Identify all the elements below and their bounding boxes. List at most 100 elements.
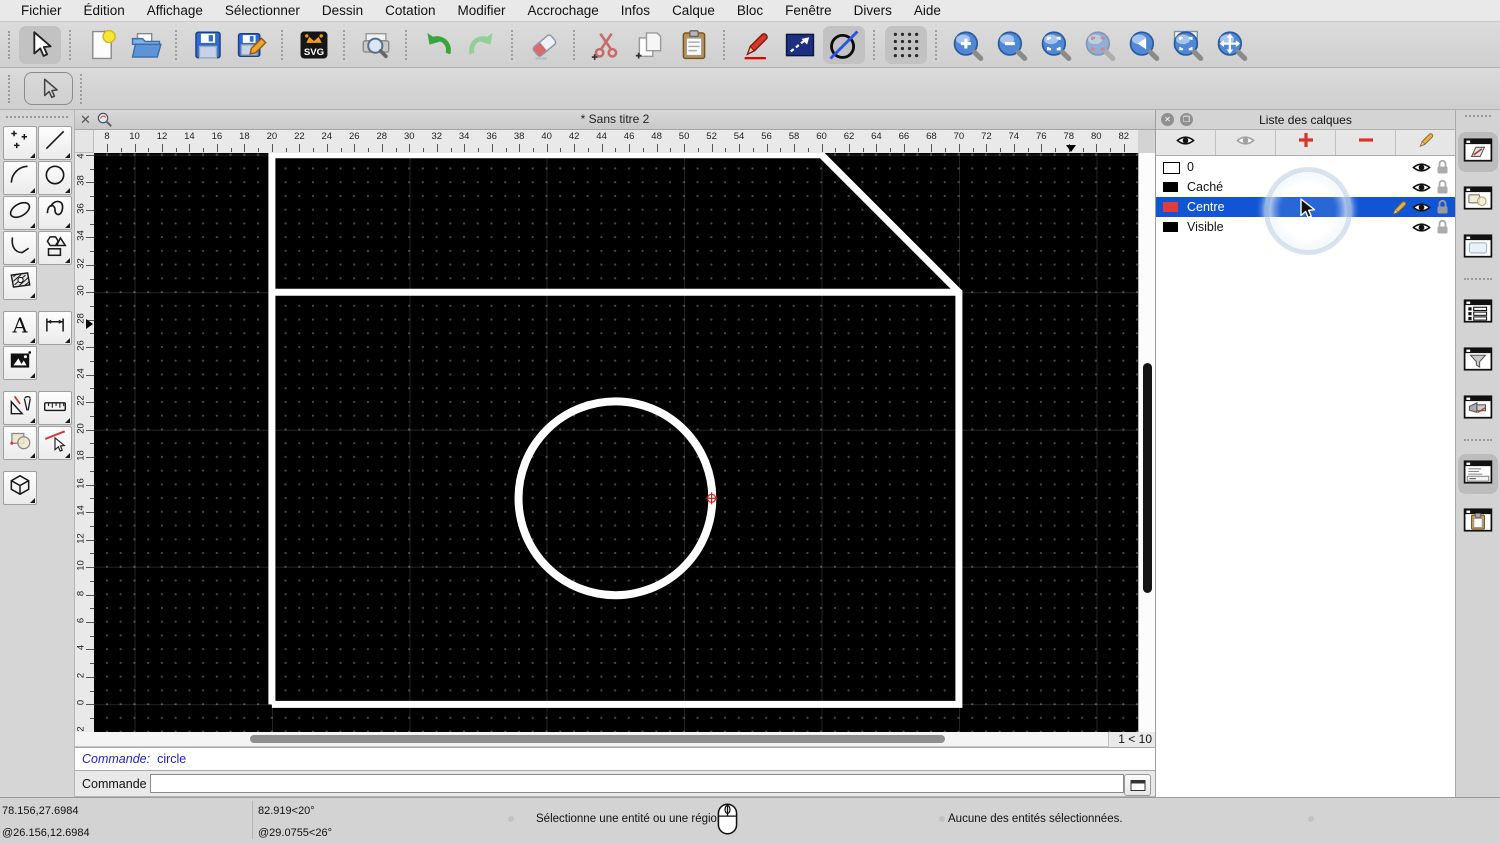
layer-visibility-icon[interactable] bbox=[1412, 221, 1431, 237]
show-all-layers-button[interactable] bbox=[1156, 130, 1216, 155]
remove-layer-button[interactable] bbox=[1336, 130, 1396, 155]
pan-button[interactable] bbox=[1211, 26, 1253, 64]
media-panel-toggle[interactable] bbox=[1458, 389, 1498, 429]
edit-layer-button[interactable] bbox=[1396, 130, 1455, 155]
snap-grid-button[interactable] bbox=[885, 25, 927, 64]
layer-lock-icon[interactable] bbox=[1436, 179, 1449, 198]
menu-item-fenetre[interactable]: Fenêtre bbox=[774, 0, 843, 22]
copy-button[interactable] bbox=[629, 26, 671, 64]
horizontal-scrollbar[interactable]: 1 < 10 bbox=[75, 732, 1155, 747]
hide-all-layers-button[interactable] bbox=[1216, 130, 1276, 155]
menu-item-modifier[interactable]: Modifier bbox=[446, 0, 516, 22]
ruler-tick bbox=[86, 154, 94, 156]
menu-item-divers[interactable]: Divers bbox=[843, 0, 903, 22]
menu-item-affichage[interactable]: Affichage bbox=[136, 0, 214, 22]
tool-image-button[interactable] bbox=[2, 345, 37, 380]
zoom-window-button[interactable] bbox=[1167, 26, 1209, 64]
cut-button[interactable] bbox=[585, 26, 627, 64]
menu-item-infos[interactable]: Infos bbox=[610, 0, 661, 22]
menu-item-cotation[interactable]: Cotation bbox=[374, 0, 446, 22]
ruler-tick bbox=[615, 148, 617, 152]
tool-ellipse-button[interactable] bbox=[2, 195, 37, 230]
ruler-tick bbox=[958, 144, 960, 152]
export-svg-button[interactable]: SVG bbox=[293, 26, 335, 64]
tool-spline-button[interactable] bbox=[37, 195, 72, 230]
ruler-tick bbox=[1000, 148, 1002, 152]
tool-modify-button[interactable] bbox=[2, 390, 37, 425]
tool-text-button[interactable]: A bbox=[2, 310, 37, 345]
selection-tool-button[interactable] bbox=[24, 72, 73, 105]
submenu-corner-icon bbox=[29, 257, 35, 263]
tool-box3d-button[interactable] bbox=[2, 470, 37, 505]
tool-dimension-button[interactable] bbox=[37, 310, 72, 345]
add-layer-button[interactable] bbox=[1276, 130, 1336, 155]
layers-panel-toggle[interactable] bbox=[1458, 132, 1498, 172]
menu-item-aide[interactable]: Aide bbox=[903, 0, 952, 22]
layer-visibility-icon[interactable] bbox=[1412, 201, 1431, 217]
toolbar-drag-handle[interactable] bbox=[8, 30, 14, 59]
drawing-canvas[interactable] bbox=[94, 153, 1138, 732]
clipboard-panel-toggle[interactable] bbox=[1458, 502, 1498, 542]
tool-polyline-button[interactable] bbox=[2, 230, 37, 265]
toolbar-separator bbox=[723, 29, 727, 60]
layer-lock-icon[interactable] bbox=[1436, 219, 1449, 238]
tool-circle-button[interactable] bbox=[37, 160, 72, 195]
command-input[interactable] bbox=[150, 774, 1124, 793]
new-drawing-button[interactable] bbox=[81, 26, 123, 64]
tool-arc-button[interactable] bbox=[2, 160, 37, 195]
print-preview-button[interactable] bbox=[355, 26, 397, 64]
menu-item-selectionner[interactable]: Sélectionner bbox=[214, 0, 311, 22]
paste-button[interactable] bbox=[673, 26, 715, 64]
edit-entity-button[interactable] bbox=[735, 26, 777, 64]
tool-points-button[interactable] bbox=[2, 125, 37, 160]
menu-item-fichier[interactable]: Fichier bbox=[10, 0, 73, 22]
vertical-scrollbar-thumb[interactable] bbox=[1142, 363, 1152, 593]
draw-circle-button[interactable] bbox=[823, 25, 865, 64]
undo-button[interactable] bbox=[417, 26, 459, 64]
zoom-previous-button[interactable] bbox=[1123, 26, 1165, 64]
strip-drag-handle[interactable] bbox=[1465, 115, 1491, 120]
blocks-panel-toggle[interactable] bbox=[1458, 180, 1498, 220]
tool-order-button[interactable] bbox=[2, 425, 37, 460]
menu-item-edition[interactable]: Édition bbox=[73, 0, 136, 22]
vertical-scrollbar[interactable] bbox=[1138, 153, 1155, 732]
ruler-label: 10 bbox=[75, 560, 87, 571]
palette-drag-handle[interactable] bbox=[6, 116, 68, 121]
command-panel-toggle[interactable] bbox=[1458, 454, 1498, 494]
tool-measure-button[interactable] bbox=[37, 390, 72, 425]
ruler-tick bbox=[86, 539, 94, 541]
horizontal-scrollbar-thumb[interactable] bbox=[250, 735, 945, 743]
tool-delete-entity-button[interactable] bbox=[37, 425, 72, 460]
layer-visibility-icon[interactable] bbox=[1412, 181, 1431, 197]
ruler-tick bbox=[697, 148, 699, 152]
layer-name: Centre bbox=[1187, 199, 1225, 214]
menu-item-accrochage[interactable]: Accrochage bbox=[516, 0, 609, 22]
menu-item-bloc[interactable]: Bloc bbox=[726, 0, 774, 22]
zoom-auto-button[interactable] bbox=[1035, 26, 1077, 64]
layer-visibility-icon[interactable] bbox=[1412, 161, 1431, 177]
command-history: Commande: circle bbox=[75, 747, 1155, 771]
ruler-label: 64 bbox=[871, 131, 882, 142]
tool-line-button[interactable] bbox=[37, 125, 72, 160]
menu-item-dessin[interactable]: Dessin bbox=[311, 0, 374, 22]
command-detach-button[interactable] bbox=[1124, 774, 1151, 796]
layer-lock-icon[interactable] bbox=[1436, 159, 1449, 178]
select-pointer-button[interactable] bbox=[19, 25, 61, 64]
zoom-in-button[interactable] bbox=[947, 26, 989, 64]
layer-lock-icon[interactable] bbox=[1436, 199, 1449, 218]
menu-item-calque[interactable]: Calque bbox=[661, 0, 726, 22]
toolbar-drag-handle[interactable] bbox=[8, 74, 14, 103]
filter-panel-toggle[interactable] bbox=[1458, 341, 1498, 381]
ruler-tick bbox=[849, 144, 850, 152]
tool-hatch-button[interactable] bbox=[2, 265, 37, 300]
open-drawing-button[interactable] bbox=[125, 26, 167, 64]
delete-eraser-button[interactable] bbox=[523, 26, 565, 64]
select-window-button[interactable] bbox=[779, 26, 821, 64]
redo-button[interactable] bbox=[461, 26, 503, 64]
tool-polygon-button[interactable] bbox=[37, 230, 72, 265]
entity-list-panel-toggle[interactable] bbox=[1458, 293, 1498, 333]
zoom-out-button[interactable] bbox=[991, 26, 1033, 64]
save-as-button[interactable] bbox=[231, 26, 273, 64]
library-panel-toggle[interactable] bbox=[1458, 228, 1498, 268]
save-button[interactable] bbox=[187, 26, 229, 64]
